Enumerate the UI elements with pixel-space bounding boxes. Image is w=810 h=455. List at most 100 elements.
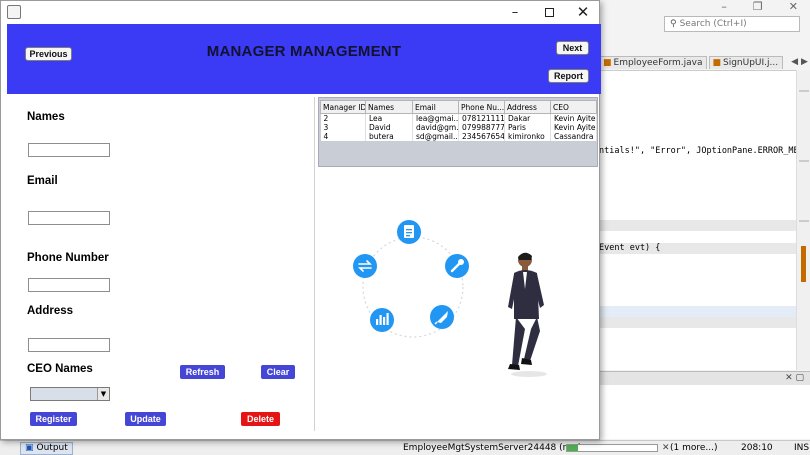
column-header[interactable]: Email	[412, 100, 459, 114]
ide-output-tab[interactable]: ▣ Output	[20, 441, 73, 455]
sync-icon	[353, 254, 377, 278]
maximize-icon[interactable]	[532, 1, 566, 23]
ide-progress-cancel-icon[interactable]: ✕	[662, 443, 670, 453]
table-row[interactable]: 4 butera sd@gmail... 234567654... kimiro…	[320, 132, 597, 141]
ide-code-editor[interactable]: ntials!", "Error", JOptionPane.ERROR_MES…	[600, 70, 796, 370]
table-cell: David	[365, 123, 413, 132]
refresh-button[interactable]: Refresh	[180, 365, 225, 379]
ide-output-tab-label: Output	[36, 443, 68, 453]
wrench-icon	[445, 254, 469, 278]
table-row[interactable]: 2 Lea lea@gmai... 078121111... Dakar Kev…	[320, 113, 597, 123]
search-icon: ⚲	[670, 19, 677, 29]
column-header[interactable]: Address	[504, 100, 551, 114]
table-cell: 3	[320, 123, 366, 132]
table-header-row: Manager ID Names Email Phone Nu... Addre…	[320, 100, 597, 114]
business-illustration	[318, 169, 598, 431]
ide-running-process: EmployeeMgtSystemServer24448 (run)	[403, 443, 582, 453]
ide-restore-icon[interactable]: ❐	[753, 0, 763, 14]
ide-tab-scroll-arrows-icon[interactable]: ◀▶▼□	[791, 57, 810, 67]
column-header[interactable]: CEO	[550, 100, 597, 114]
ide-output-header: ✕ ▢	[600, 371, 810, 385]
ide-tab-label: EmployeeForm.java	[613, 57, 703, 68]
address-input[interactable]	[28, 338, 110, 352]
illustration-svg	[353, 220, 547, 377]
window-titlebar[interactable]: – ✕	[1, 1, 599, 23]
column-header[interactable]: Phone Nu...	[458, 100, 505, 114]
output-icon: ▣	[25, 443, 34, 453]
ide-scroll-thumb[interactable]	[801, 246, 806, 282]
java-file-icon: ■	[712, 57, 721, 68]
ide-progress-bar	[566, 444, 658, 452]
table-cell: david@gm...	[412, 123, 459, 132]
ide-window-controls: – ❐ ✕	[600, 0, 810, 14]
names-input[interactable]	[28, 143, 110, 157]
table-cell: 2	[320, 113, 366, 123]
ide-tab-employeeform[interactable]: ■ EmployeeForm.java	[600, 55, 708, 69]
register-button[interactable]: Register	[30, 412, 77, 426]
rocket-icon	[430, 305, 454, 329]
table-row[interactable]: 3 David david@gm... 079988777... Paris K…	[320, 123, 597, 132]
table-cell: Kevin Ayite	[550, 123, 597, 132]
table-cell: Cassandra	[550, 132, 597, 141]
chevron-down-icon[interactable]: ▼	[97, 388, 109, 400]
table-cell: kimironko	[504, 132, 551, 141]
table-cell: sd@gmail...	[412, 132, 459, 141]
ide-output-panel	[600, 385, 810, 439]
previous-button[interactable]: Previous	[25, 47, 72, 61]
ide-editor-tabs: ■EmployeeForm.java ■SignUpUI.j... ◀▶▼□	[600, 55, 810, 69]
ide-caret-position: 208:10	[741, 443, 773, 453]
ide-search-field[interactable]: ⚲ Search (Ctrl+I)	[664, 16, 800, 32]
email-input[interactable]	[28, 211, 110, 225]
clear-button[interactable]: Clear	[261, 365, 295, 379]
table-cell: Kevin Ayite	[550, 113, 597, 123]
phone-number-input[interactable]	[28, 278, 110, 292]
update-button[interactable]: Update	[125, 412, 166, 426]
table-cell: 079988777...	[458, 123, 505, 132]
manager-form: Names Email Phone Number Address CEO Nam…	[7, 97, 315, 431]
app-window: – ✕ MANAGER MANAGEMENT Previous Next Rep…	[0, 0, 601, 440]
table-cell: 4	[320, 132, 366, 141]
ide-progress-fill	[567, 445, 578, 451]
document-icon	[397, 220, 421, 244]
ide-editor-scrollbar[interactable]	[796, 70, 810, 370]
ceo-names-dropdown[interactable]: ▼	[30, 387, 110, 401]
next-button[interactable]: Next	[556, 41, 589, 55]
ide-minimize-icon[interactable]: –	[721, 0, 727, 14]
app-header: MANAGER MANAGEMENT Previous Next Report	[7, 24, 601, 94]
table-cell: 078121111...	[458, 113, 505, 123]
delete-button[interactable]: Delete	[241, 412, 280, 426]
table-cell: 234567654...	[458, 132, 505, 141]
table-cell: butera	[365, 132, 413, 141]
java-app-icon	[7, 5, 21, 19]
column-header[interactable]: Manager ID	[320, 100, 366, 114]
bar-chart-icon	[370, 308, 394, 332]
address-label: Address	[27, 305, 74, 317]
ide-close-icon[interactable]: ✕	[789, 0, 798, 14]
ide-tab-signupui[interactable]: ■ SignUpUI.j...	[709, 55, 784, 69]
report-button[interactable]: Report	[548, 69, 589, 83]
ide-insert-mode: INS	[794, 443, 810, 453]
table-cell: Paris	[504, 123, 551, 132]
page-title: MANAGER MANAGEMENT	[206, 43, 402, 60]
email-label: Email	[27, 175, 58, 187]
ide-search-placeholder: Search (Ctrl+I)	[679, 19, 747, 29]
column-header[interactable]: Names	[365, 100, 413, 114]
table-cell: Dakar	[504, 113, 551, 123]
names-label: Names	[27, 111, 65, 123]
code-line: ntials!", "Error", JOptionPane.ERROR_MES	[600, 146, 796, 156]
phone-number-label: Phone Number	[27, 252, 109, 264]
managers-table[interactable]: Manager ID Names Email Phone Nu... Addre…	[320, 100, 597, 141]
close-icon[interactable]: ✕	[566, 1, 600, 23]
ide-output-close-icon[interactable]: ✕ ▢	[785, 373, 804, 383]
table-cell: lea@gmai...	[412, 113, 459, 123]
ceo-names-label: CEO Names	[27, 363, 93, 375]
ide-tab-label: SignUpUI.j...	[723, 57, 779, 68]
java-file-icon: ■	[603, 57, 612, 68]
businessman-figure	[508, 252, 547, 377]
minimize-icon[interactable]: –	[498, 1, 532, 23]
ide-status-bar: ▣ Output EmployeeMgtSystemServer24448 (r…	[0, 440, 810, 455]
ide-more-processes[interactable]: (1 more...)	[670, 443, 718, 453]
table-cell: Lea	[365, 113, 413, 123]
managers-table-panel: Manager ID Names Email Phone Nu... Addre…	[318, 97, 598, 167]
code-line: Event evt) {	[600, 243, 661, 253]
